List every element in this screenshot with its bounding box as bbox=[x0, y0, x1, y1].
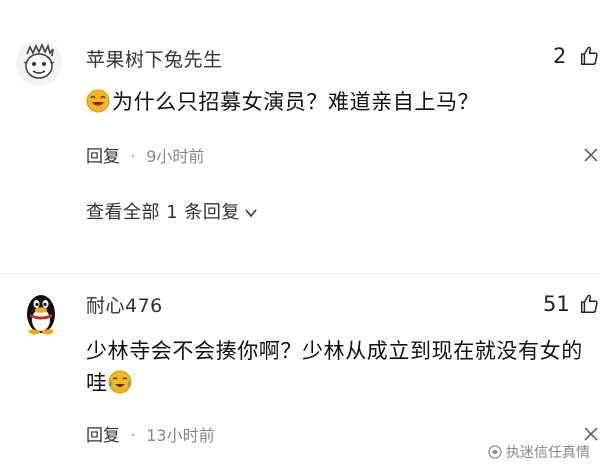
dislike-icon[interactable] bbox=[582, 425, 600, 443]
logo-icon bbox=[488, 445, 502, 459]
comment-text: 为什么只招募女演员？难道亲自上马？ bbox=[86, 86, 479, 118]
comment-meta: 回复 · 9小时前 bbox=[86, 142, 204, 167]
dislike-icon[interactable] bbox=[582, 146, 600, 164]
meta-separator: · bbox=[130, 426, 136, 446]
thumbs-up-icon[interactable] bbox=[578, 45, 600, 67]
comment-text-content: 少林寺会不会揍你啊？少林从成立到现在就没有女的哇 bbox=[86, 339, 583, 395]
comment-text: 少林寺会不会揍你啊？少林从成立到现在就没有女的哇 bbox=[86, 335, 591, 399]
reply-button[interactable]: 回复 bbox=[86, 147, 120, 167]
laughing-emoji-icon bbox=[86, 89, 110, 113]
crying-laughing-emoji-icon bbox=[108, 370, 132, 394]
meta-separator: · bbox=[130, 147, 136, 167]
view-all-replies-button[interactable]: 查看全部 1 条回复 bbox=[86, 198, 258, 224]
like-count: 51 bbox=[543, 292, 570, 316]
watermark-text: 执迷信任真情 bbox=[506, 445, 590, 461]
divider bbox=[0, 273, 600, 274]
chevron-down-icon bbox=[245, 209, 257, 218]
comment-meta: 回复 · 13小时前 bbox=[86, 421, 215, 446]
thumbs-up-icon[interactable] bbox=[578, 293, 600, 315]
username[interactable]: 苹果树下兔先生 bbox=[86, 45, 223, 72]
like-count: 2 bbox=[553, 44, 567, 68]
reply-button[interactable]: 回复 bbox=[86, 426, 120, 446]
watermark: 执迷信任真情 bbox=[488, 442, 590, 462]
comments-page: 苹果树下兔先生 2 为什么只招募女演员？难道亲自上马？ 回复 · 9小时前 查看… bbox=[0, 0, 600, 474]
comment-text-content: 为什么只招募女演员？难道亲自上马？ bbox=[112, 90, 480, 114]
penguin-avatar-icon[interactable] bbox=[18, 290, 64, 336]
comment-item: 苹果树下兔先生 2 为什么只招募女演员？难道亲自上马？ 回复 · 9小时前 查看… bbox=[0, 0, 600, 272]
cartoon-avatar-icon[interactable] bbox=[16, 40, 62, 86]
timestamp: 13小时前 bbox=[146, 426, 215, 445]
view-all-replies-label: 查看全部 1 条回复 bbox=[86, 202, 240, 223]
timestamp: 9小时前 bbox=[146, 147, 205, 166]
username[interactable]: 耐心476 bbox=[86, 291, 163, 318]
